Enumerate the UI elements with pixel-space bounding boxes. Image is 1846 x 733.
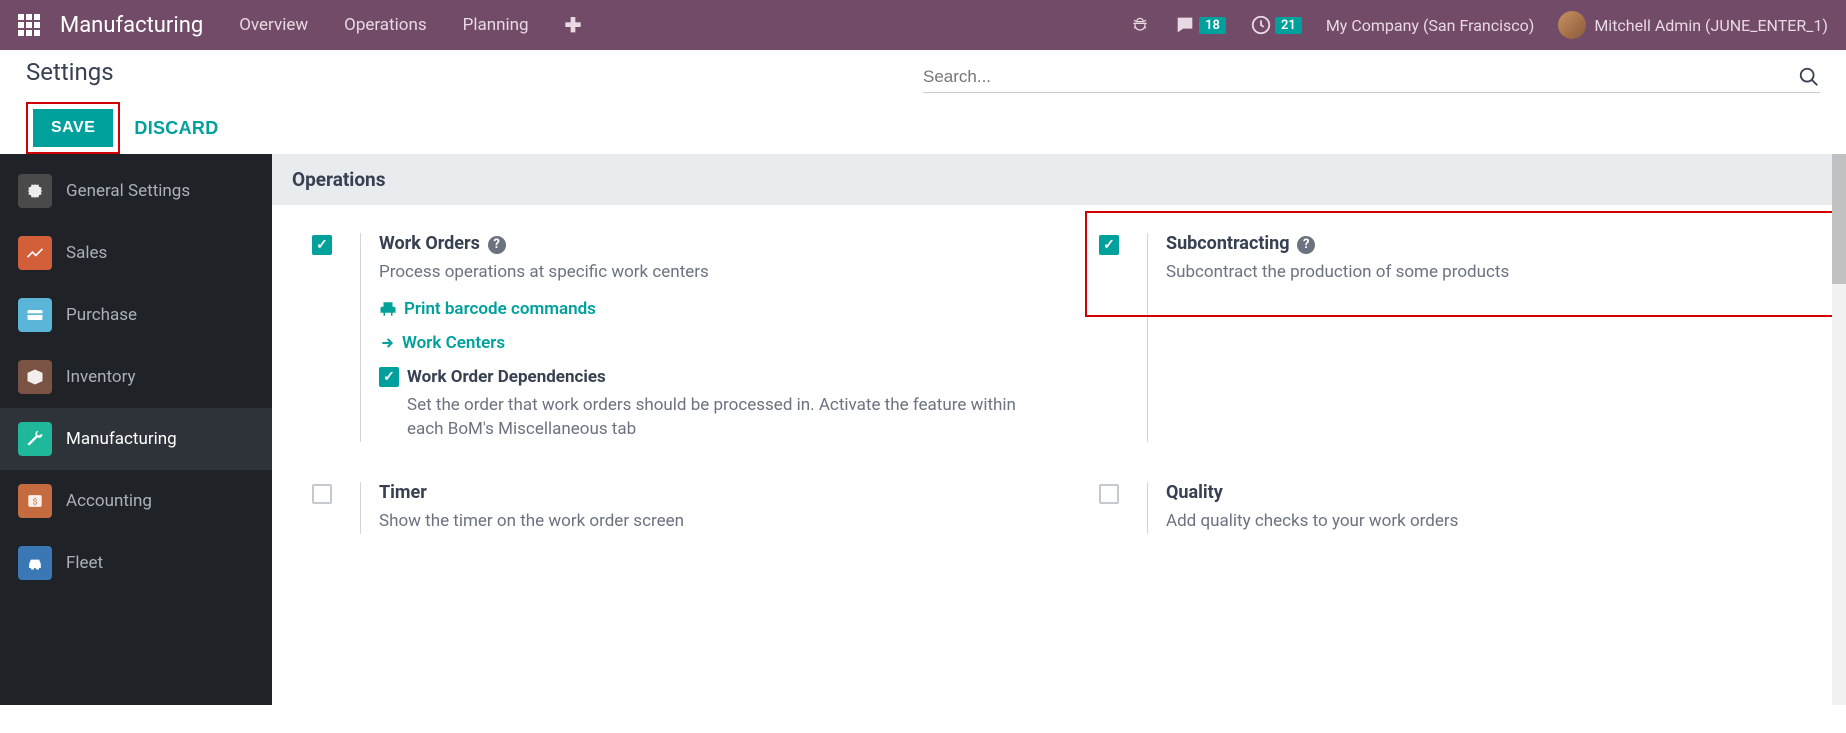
- card-icon: [18, 298, 52, 332]
- search-input[interactable]: [923, 67, 1798, 87]
- nav-operations[interactable]: Operations: [344, 15, 427, 35]
- scrollbar-track[interactable]: [1832, 154, 1846, 705]
- app-brand[interactable]: Manufacturing: [60, 13, 203, 38]
- sidebar-item-label: Manufacturing: [66, 429, 177, 449]
- sidebar-item-label: General Settings: [66, 181, 190, 201]
- apps-grid-icon[interactable]: [18, 14, 40, 36]
- company-switcher[interactable]: My Company (San Francisco): [1326, 16, 1535, 35]
- avatar-icon: [1558, 11, 1586, 39]
- sidebar-item-fleet[interactable]: Fleet: [0, 532, 272, 594]
- checkbox-subcontracting[interactable]: [1099, 235, 1119, 255]
- svg-text:$: $: [33, 496, 38, 507]
- box-icon: [18, 360, 52, 394]
- help-icon[interactable]: ?: [1297, 236, 1315, 254]
- setting-subcontracting: Subcontracting ? Subcontract the product…: [1059, 233, 1846, 482]
- setting-title: Work Orders: [379, 233, 480, 254]
- activities-badge: 21: [1275, 17, 1302, 34]
- sidebar-item-label: Accounting: [66, 491, 152, 511]
- chart-icon: [18, 236, 52, 270]
- subheader: Settings SAVE DISCARD: [0, 50, 1846, 154]
- sidebar-item-label: Fleet: [66, 553, 103, 573]
- sidebar-item-label: Inventory: [66, 367, 136, 387]
- sidebar-item-label: Purchase: [66, 305, 137, 325]
- money-icon: $: [18, 484, 52, 518]
- checkbox-work-orders[interactable]: [312, 235, 332, 255]
- setting-timer: Timer Show the timer on the work order s…: [272, 482, 1059, 574]
- settings-sidebar: General Settings Sales Purchase Inventor…: [0, 154, 272, 705]
- nav-planning[interactable]: Planning: [463, 15, 529, 35]
- debug-icon[interactable]: [1130, 15, 1150, 35]
- help-icon[interactable]: ?: [488, 236, 506, 254]
- body: General Settings Sales Purchase Inventor…: [0, 154, 1846, 705]
- sub-opt-title: Work Order Dependencies: [407, 367, 1043, 387]
- checkbox-timer[interactable]: [312, 484, 332, 504]
- messages-icon[interactable]: 18: [1174, 14, 1226, 36]
- user-name: Mitchell Admin (JUNE_ENTER_1): [1594, 16, 1828, 35]
- sidebar-item-manufacturing[interactable]: Manufacturing: [0, 408, 272, 470]
- sub-opt-desc: Set the order that work orders should be…: [407, 393, 1043, 442]
- save-highlight: SAVE: [26, 102, 120, 154]
- arrow-right-icon: [379, 335, 395, 351]
- setting-work-orders: Work Orders ? Process operations at spec…: [272, 233, 1059, 482]
- sidebar-item-accounting[interactable]: $ Accounting: [0, 470, 272, 532]
- gear-icon: [18, 174, 52, 208]
- sidebar-item-label: Sales: [66, 243, 107, 263]
- wrench-icon: [18, 422, 52, 456]
- setting-desc: Process operations at specific work cent…: [379, 260, 1043, 285]
- sidebar-item-general[interactable]: General Settings: [0, 160, 272, 222]
- activities-icon[interactable]: 21: [1250, 14, 1302, 36]
- scrollbar-thumb[interactable]: [1832, 154, 1846, 284]
- setting-title: Subcontracting: [1166, 233, 1290, 254]
- save-button[interactable]: SAVE: [33, 109, 113, 147]
- search-bar: [923, 66, 1820, 93]
- content-area: Operations Work Orders ? Process operati…: [272, 154, 1846, 705]
- page-title: Settings: [26, 58, 923, 86]
- printer-icon: [379, 300, 397, 318]
- car-icon: [18, 546, 52, 580]
- search-icon[interactable]: [1798, 66, 1820, 88]
- sidebar-item-inventory[interactable]: Inventory: [0, 346, 272, 408]
- checkbox-quality[interactable]: [1099, 484, 1119, 504]
- sidebar-item-sales[interactable]: Sales: [0, 222, 272, 284]
- link-print-barcode[interactable]: Print barcode commands: [379, 299, 1043, 319]
- nav-add-icon[interactable]: ✚: [565, 13, 582, 37]
- messages-badge: 18: [1199, 17, 1226, 34]
- user-menu[interactable]: Mitchell Admin (JUNE_ENTER_1): [1558, 11, 1828, 39]
- setting-desc: Subcontract the production of some produ…: [1166, 260, 1830, 285]
- sidebar-item-purchase[interactable]: Purchase: [0, 284, 272, 346]
- topbar: Manufacturing Overview Operations Planni…: [0, 0, 1846, 50]
- setting-title: Timer: [379, 482, 427, 503]
- setting-title: Quality: [1166, 482, 1223, 503]
- setting-desc: Add quality checks to your work orders: [1166, 509, 1830, 534]
- checkbox-work-order-deps[interactable]: [379, 367, 399, 387]
- setting-quality: Quality Add quality checks to your work …: [1059, 482, 1846, 574]
- discard-button[interactable]: DISCARD: [134, 118, 218, 139]
- link-work-centers[interactable]: Work Centers: [379, 333, 1043, 353]
- section-operations-title: Operations: [272, 154, 1846, 205]
- setting-desc: Show the timer on the work order screen: [379, 509, 1043, 534]
- nav-overview[interactable]: Overview: [239, 15, 308, 35]
